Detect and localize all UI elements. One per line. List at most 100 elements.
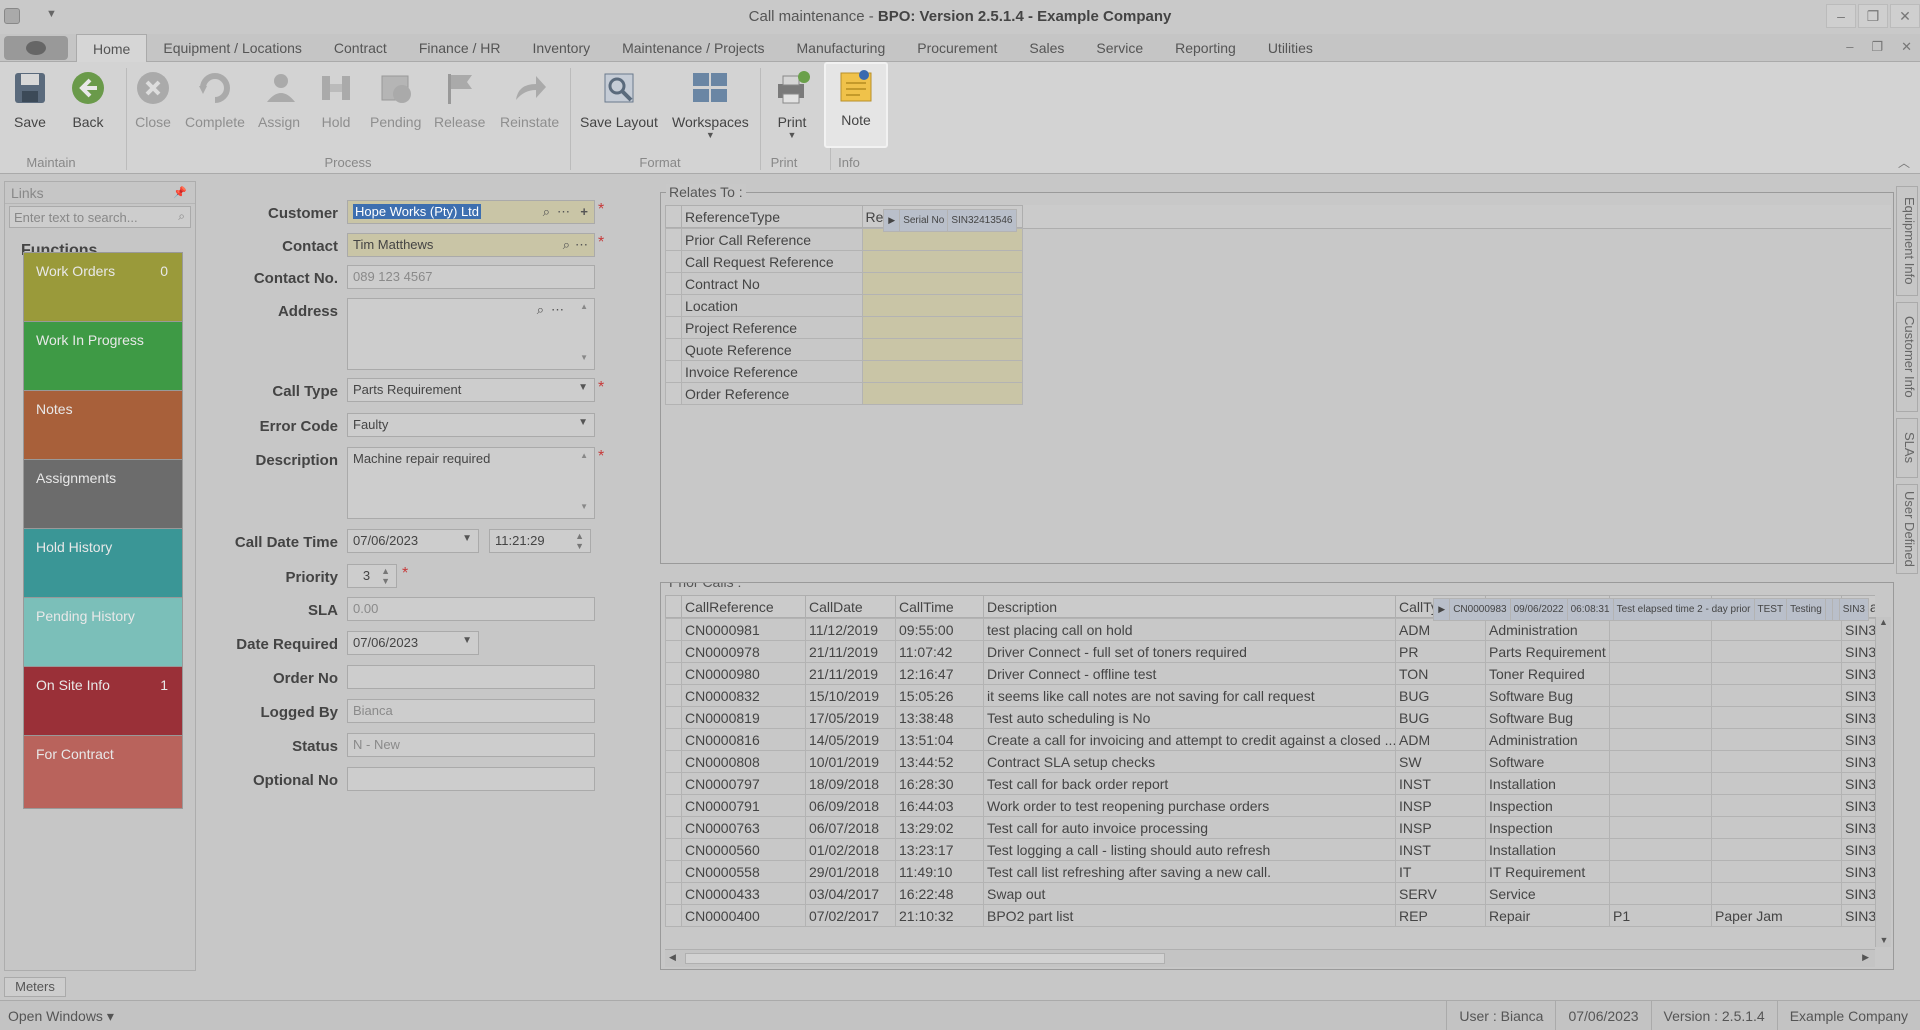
- table-row[interactable]: Order Reference: [664, 382, 1024, 405]
- table-cell[interactable]: Repair: [1485, 904, 1610, 927]
- table-row[interactable]: CN0000791 06/09/2018 16:44:03 Work order to…: [665, 794, 1875, 817]
- table-cell[interactable]: [1824, 598, 1833, 621]
- optional-no-field[interactable]: [347, 767, 595, 791]
- table-cell[interactable]: CN0000808: [681, 750, 806, 773]
- column-header-calltime[interactable]: CallTime: [895, 595, 984, 618]
- table-cell[interactable]: CN0000983: [1449, 598, 1511, 621]
- table-cell[interactable]: 03/04/2017: [805, 882, 896, 905]
- table-cell[interactable]: 16:28:30: [895, 772, 984, 795]
- address-scroll-down-icon[interactable]: ▼: [580, 353, 588, 362]
- hscroll-thumb[interactable]: [685, 953, 1165, 964]
- table-cell[interactable]: 11:07:42: [895, 640, 984, 663]
- table-cell[interactable]: 11/12/2019: [805, 618, 896, 641]
- function-tile-work-orders[interactable]: Work Orders 0: [23, 252, 183, 326]
- table-cell[interactable]: INST: [1395, 772, 1486, 795]
- customer-more-icon[interactable]: ⋯: [557, 204, 570, 220]
- table-cell[interactable]: [1711, 772, 1842, 795]
- address-field[interactable]: ⌕ ⋯ ▲ ▼: [347, 298, 595, 370]
- table-cell[interactable]: TON: [1395, 662, 1486, 685]
- contact-no-field[interactable]: 089 123 4567: [347, 265, 595, 289]
- chevron-down-icon[interactable]: ▼: [578, 382, 588, 393]
- table-cell[interactable]: [1609, 772, 1712, 795]
- call-date-picker[interactable]: 07/06/2023 ▼: [347, 529, 479, 553]
- table-cell[interactable]: CN0000791: [681, 794, 806, 817]
- call-time-spinner[interactable]: 11:21:29 ▲ ▼: [489, 529, 591, 553]
- table-cell[interactable]: ADM: [1395, 728, 1486, 751]
- table-cell[interactable]: 16:44:03: [895, 794, 984, 817]
- table-cell[interactable]: SIN3: [1841, 684, 1875, 707]
- meters-tab[interactable]: Meters: [4, 977, 66, 997]
- address-more-icon[interactable]: ⋯: [551, 302, 564, 318]
- back-button[interactable]: Back: [68, 66, 108, 146]
- table-cell[interactable]: Project Reference: [681, 316, 863, 339]
- table-cell[interactable]: [1711, 794, 1842, 817]
- table-cell[interactable]: Swap out: [983, 882, 1396, 905]
- table-cell[interactable]: [1711, 662, 1842, 685]
- table-cell[interactable]: SIN3: [1841, 728, 1875, 751]
- date-required-picker[interactable]: 07/06/2023 ▼: [347, 631, 479, 655]
- function-tile-work-in-progress[interactable]: Work In Progress: [23, 321, 183, 395]
- table-cell[interactable]: P1: [1609, 904, 1712, 927]
- description-scroll-down-icon[interactable]: ▼: [580, 502, 588, 511]
- table-cell[interactable]: CN0000980: [681, 662, 806, 685]
- scroll-left-icon[interactable]: ◀: [669, 952, 676, 963]
- table-cell[interactable]: 13:51:04: [895, 728, 984, 751]
- table-cell[interactable]: [1711, 706, 1842, 729]
- table-cell[interactable]: Installation: [1485, 838, 1610, 861]
- chevron-down-icon[interactable]: ▼: [462, 533, 472, 544]
- table-cell[interactable]: Toner Required: [1485, 662, 1610, 685]
- table-cell[interactable]: SIN3: [1841, 882, 1875, 905]
- menu-tab-sales[interactable]: Sales: [1013, 34, 1080, 62]
- table-cell[interactable]: 13:38:48: [895, 706, 984, 729]
- table-row[interactable]: Quote Reference: [664, 338, 1024, 361]
- menu-tab-inventory[interactable]: Inventory: [517, 34, 607, 62]
- column-header-calldate[interactable]: CallDate: [805, 595, 896, 618]
- table-row[interactable]: CN0000433 03/04/2017 16:22:48 Swap out SERV S…: [665, 882, 1875, 905]
- table-cell[interactable]: SIN3: [1838, 598, 1870, 621]
- table-cell[interactable]: [1609, 640, 1712, 663]
- table-cell[interactable]: 15:05:26: [895, 684, 984, 707]
- spin-down-icon[interactable]: ▼: [575, 541, 584, 551]
- table-cell[interactable]: CN0000816: [681, 728, 806, 751]
- workspaces-button[interactable]: Workspaces ▼: [672, 66, 749, 146]
- menu-tab-service[interactable]: Service: [1080, 34, 1159, 62]
- table-cell[interactable]: 09/06/2022: [1509, 598, 1568, 621]
- app-logo-button[interactable]: [4, 36, 68, 60]
- table-cell[interactable]: [861, 272, 1024, 295]
- table-cell[interactable]: CN0000560: [681, 838, 806, 861]
- table-cell[interactable]: SIN3: [1841, 706, 1875, 729]
- table-cell[interactable]: 15/10/2019: [805, 684, 896, 707]
- order-no-field[interactable]: [347, 665, 595, 689]
- table-cell[interactable]: 21/11/2019: [805, 640, 896, 663]
- table-cell[interactable]: IT Requirement: [1485, 860, 1610, 883]
- table-cell[interactable]: [1711, 728, 1842, 751]
- table-cell[interactable]: SIN3: [1841, 640, 1875, 663]
- table-cell[interactable]: [1711, 838, 1842, 861]
- table-row[interactable]: ▶ CN0000983 09/06/2022 06:08:31 Test elapsed…: [1433, 598, 1870, 621]
- address-scroll-up-icon[interactable]: ▲: [580, 302, 588, 311]
- table-cell[interactable]: SIN3: [1841, 816, 1875, 839]
- table-cell[interactable]: it seems like call notes are not saving …: [983, 684, 1396, 707]
- table-cell[interactable]: Prior Call Reference: [681, 228, 863, 251]
- side-tab-user-defined[interactable]: User Defined: [1896, 484, 1918, 574]
- save-layout-button[interactable]: Save Layout: [580, 66, 658, 146]
- table-cell[interactable]: Parts Requirement: [1485, 640, 1610, 663]
- table-cell[interactable]: CN0000433: [681, 882, 806, 905]
- table-cell[interactable]: INST: [1395, 838, 1486, 861]
- table-cell[interactable]: [1609, 882, 1712, 905]
- table-row[interactable]: CN0000808 10/01/2019 13:44:52 Contract SLA …: [665, 750, 1875, 773]
- table-cell[interactable]: [861, 250, 1024, 273]
- spin-up-icon[interactable]: ▲: [575, 531, 584, 541]
- table-cell[interactable]: CN0000763: [681, 816, 806, 839]
- table-cell[interactable]: Call Request Reference: [681, 250, 863, 273]
- table-cell[interactable]: SIN3: [1841, 750, 1875, 773]
- menu-tab-home[interactable]: Home: [76, 34, 148, 62]
- table-cell[interactable]: 06:08:31: [1566, 598, 1614, 621]
- scroll-up-icon[interactable]: ▲: [1876, 617, 1891, 627]
- table-row[interactable]: CN0000816 14/05/2019 13:51:04 Create a call…: [665, 728, 1875, 751]
- status-field[interactable]: N - New: [347, 733, 595, 757]
- table-cell[interactable]: CN0000558: [681, 860, 806, 883]
- print-button[interactable]: Print ▼: [772, 66, 812, 146]
- links-search-input[interactable]: Enter text to search... ⌕: [9, 206, 191, 228]
- table-cell[interactable]: CN0000400: [681, 904, 806, 927]
